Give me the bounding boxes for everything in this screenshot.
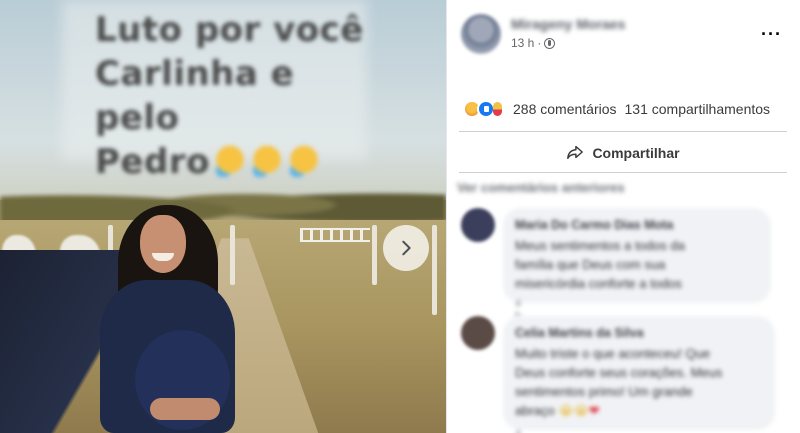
comment-text: sentimentos primo! Um grande xyxy=(515,384,693,399)
shares-count[interactable]: 131 compartilhamentos xyxy=(625,101,771,117)
post-stats: 288 comentários 131 compartilhamentos xyxy=(463,100,785,118)
commenter-name[interactable]: Maria Do Carmo Dias Mota xyxy=(515,218,759,232)
crying-emoji-icon: 😭 xyxy=(573,403,589,418)
woman-hands xyxy=(150,398,220,420)
photo-caption: Luto por você Carlinha e pelo Pedro xyxy=(95,8,375,184)
care-icon xyxy=(491,100,503,118)
meta-separator: · xyxy=(537,36,542,50)
author-avatar[interactable] xyxy=(461,14,501,54)
fence-post xyxy=(432,225,437,315)
crying-emoji-icon xyxy=(249,145,284,177)
comment-time[interactable]: 4 h xyxy=(515,428,521,433)
share-button[interactable]: Compartilhar xyxy=(459,136,787,170)
comment-text: família que Deus com sua xyxy=(515,257,666,272)
commenter-name[interactable]: Celia Martins da Silva xyxy=(515,326,763,340)
fence-post xyxy=(372,225,377,285)
post-time[interactable]: 13 h xyxy=(511,36,534,50)
caption-line: Carlinha e pelo xyxy=(95,54,295,138)
heart-icon: ❤ xyxy=(588,403,600,418)
crying-emoji-icon: 😭 xyxy=(558,403,574,418)
caption-name: Pedro xyxy=(95,142,210,182)
comment-text: Meus sentimentos a todos da xyxy=(515,238,685,253)
woman-face xyxy=(140,215,186,273)
post-side-panel: Mirageny Moraes 13 h · ··· 288 comentári… xyxy=(446,0,800,433)
commenter-avatar[interactable] xyxy=(461,208,495,242)
chevron-right-icon xyxy=(402,240,411,256)
post-photo[interactable]: Luto por você Carlinha e pelo Pedro xyxy=(0,0,446,433)
commenter-avatar[interactable] xyxy=(461,316,495,350)
share-label: Compartilhar xyxy=(592,145,680,161)
comment-text: Deus conforte seus corações. Meus xyxy=(515,365,723,380)
divider xyxy=(459,172,787,173)
caption-line: Luto por você xyxy=(95,10,364,50)
more-options-button[interactable]: ··· xyxy=(761,24,782,45)
author-name[interactable]: Mirageny Moraes xyxy=(511,16,625,32)
comment-bubble: Celia Martins da Silva Muito triste o qu… xyxy=(503,316,775,430)
comment-text: misericórdia conforte a todos xyxy=(515,276,682,291)
crying-emoji-row xyxy=(210,140,321,184)
view-previous-comments-link[interactable]: Ver comentários anteriores xyxy=(457,180,625,195)
crying-emoji-icon xyxy=(212,145,247,177)
comment-text-last: abraço 😭😭❤ xyxy=(515,401,763,420)
crying-emoji-icon xyxy=(286,145,321,177)
comment-text: abraço xyxy=(515,403,559,418)
fence-post xyxy=(230,225,235,285)
post-meta: 13 h · xyxy=(511,36,556,50)
farm-gate xyxy=(300,228,370,242)
comments-count[interactable]: 288 comentários xyxy=(513,101,617,117)
comment-text: Muito triste o que aconteceu! Que xyxy=(515,346,711,361)
comment-bubble: Maria Do Carmo Dias Mota Meus sentimento… xyxy=(503,208,771,303)
reaction-summary[interactable] xyxy=(463,100,502,118)
share-icon xyxy=(566,143,584,164)
caption-line: Pedro xyxy=(95,140,375,184)
next-photo-button[interactable] xyxy=(383,225,429,271)
divider xyxy=(459,131,787,132)
globe-icon xyxy=(544,37,556,49)
